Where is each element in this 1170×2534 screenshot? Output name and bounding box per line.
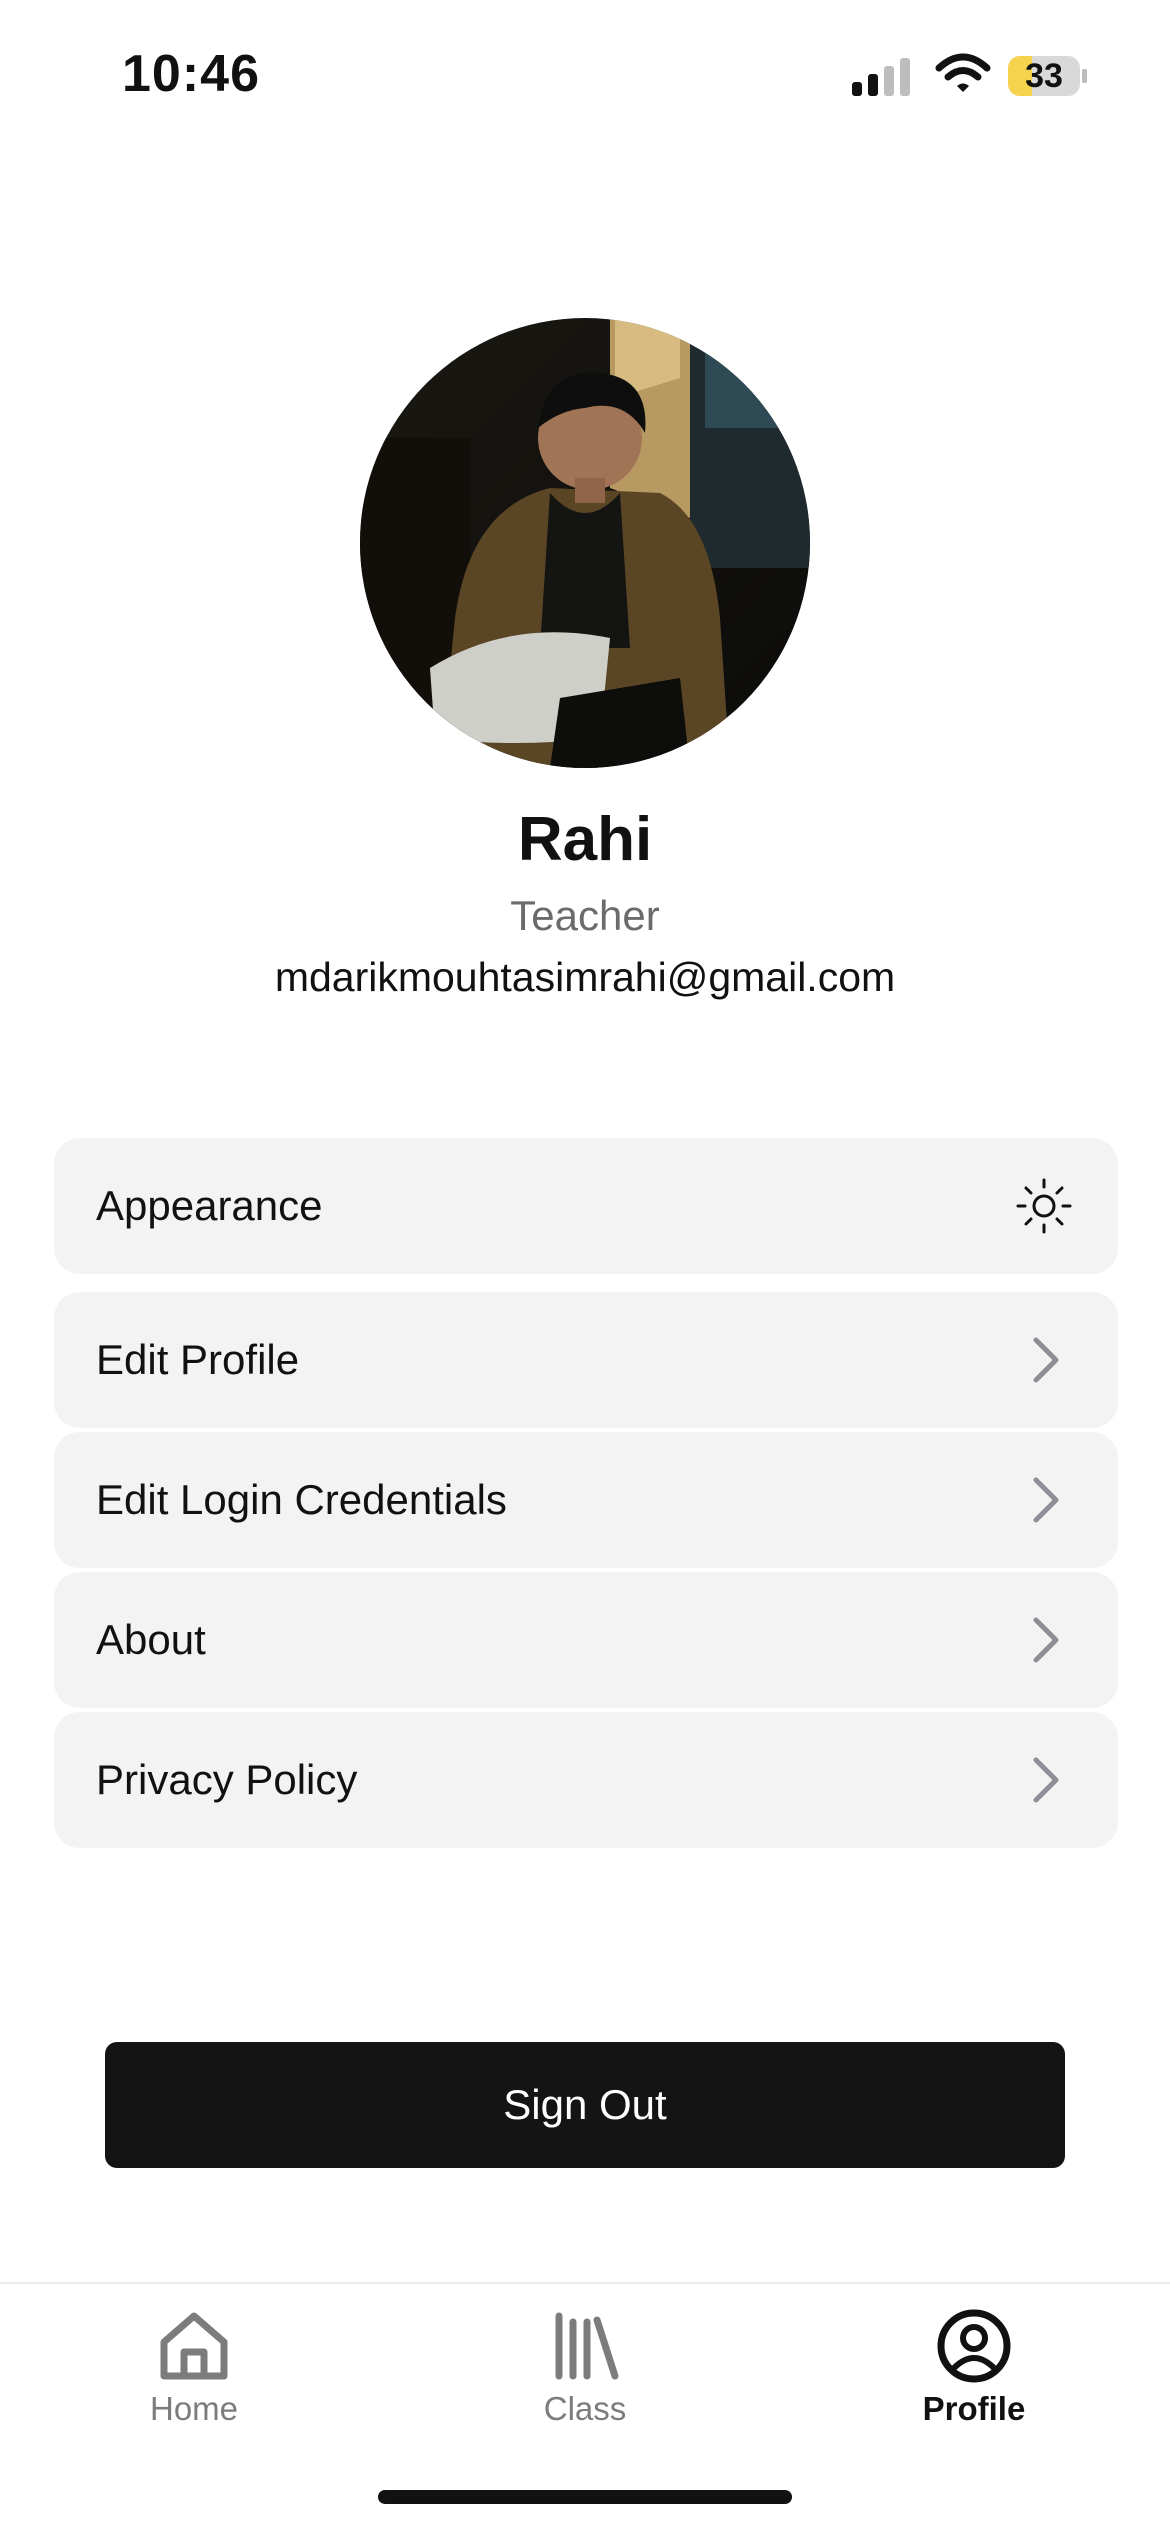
library-icon [555, 2312, 619, 2380]
sign-out-button[interactable]: Sign Out [105, 2042, 1065, 2168]
home-indicator[interactable] [378, 2490, 792, 2504]
menu-item-label: Privacy Policy [96, 1756, 358, 1803]
home-icon [160, 2312, 228, 2380]
profile-icon [937, 2309, 1011, 2383]
menu-item-edit-profile[interactable]: Edit Profile [54, 1292, 1118, 1428]
profile-name: Rahi [517, 805, 653, 874]
menu-item-label: About [96, 1616, 206, 1663]
profile-role: Teacher [510, 892, 660, 939]
chevron-right-icon [1033, 1617, 1059, 1663]
status-bar: 10:46 33 [0, 0, 1170, 150]
chevron-right-icon [1033, 1757, 1059, 1803]
battery-icon: 33 [1008, 56, 1087, 96]
tab-profile[interactable]: Profile [874, 2306, 1074, 2446]
menu-item-appearance[interactable]: Appearance [54, 1138, 1118, 1274]
menu-item-edit-login-credentials[interactable]: Edit Login Credentials [54, 1432, 1118, 1568]
tab-home[interactable]: Home [94, 2306, 294, 2446]
cellular-signal-icon [852, 56, 916, 96]
tab-class[interactable]: Class [485, 2306, 685, 2446]
chevron-right-icon [1033, 1477, 1059, 1523]
menu-item-label: Appearance [96, 1182, 323, 1229]
tab-label: Home [149, 2390, 239, 2427]
battery-level: 33 [1025, 57, 1063, 95]
sun-icon [1016, 1178, 1072, 1234]
chevron-right-icon [1033, 1337, 1059, 1383]
tab-label: Profile [922, 2390, 1026, 2427]
wifi-icon [935, 53, 991, 92]
menu-item-label: Edit Profile [96, 1336, 300, 1383]
status-time: 10:46 [122, 45, 260, 103]
profile-email: mdarikmouhtasimrahi@gmail.com [274, 954, 896, 1000]
menu-item-about[interactable]: About [54, 1572, 1118, 1708]
profile-avatar [360, 318, 810, 768]
tab-label: Class [543, 2390, 627, 2427]
menu-item-privacy-policy[interactable]: Privacy Policy [54, 1712, 1118, 1848]
menu-item-label: Edit Login Credentials [96, 1476, 507, 1523]
